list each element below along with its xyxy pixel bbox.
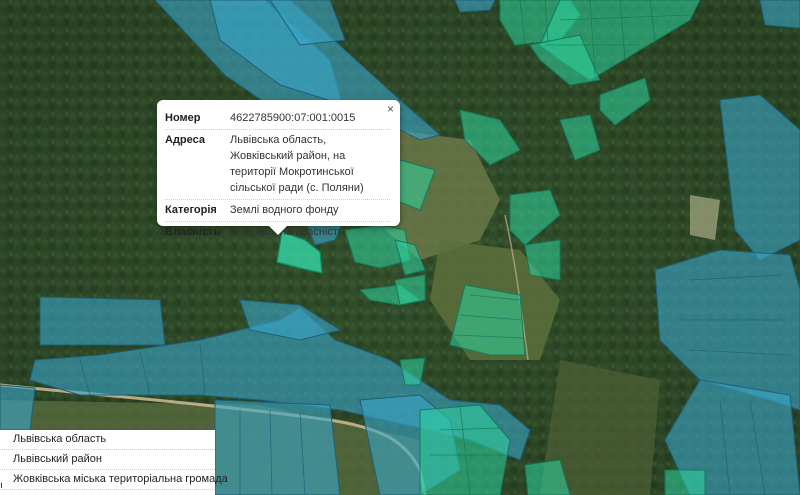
clearing	[690, 195, 720, 240]
address-label: Адреса	[165, 134, 205, 146]
parcel-info-popup: × Номер 4622785900:07:001:0015 Адреса Ль…	[157, 100, 400, 238]
popup-row-number: Номер 4622785900:07:001:0015	[165, 108, 390, 130]
number-value: 4622785900:07:001:0015	[230, 112, 356, 124]
satellite-map[interactable]	[0, 0, 800, 495]
address-value: Львівська область, Жовківський район, на…	[230, 134, 364, 194]
ownership-label: Власність	[165, 226, 221, 238]
popup-row-ownership: Власність Комунальна власність	[165, 222, 390, 243]
list-marker: ı	[0, 480, 3, 491]
admin-item-oblast[interactable]: Львівська область	[0, 430, 215, 450]
category-value: Землі водного фонду	[230, 204, 339, 216]
admin-units-panel: Львівська область Львівський район Жовкі…	[0, 430, 228, 495]
ownership-value: Комунальна власність	[230, 226, 344, 238]
category-label: Категорія	[165, 204, 217, 216]
close-icon[interactable]: ×	[387, 102, 394, 116]
popup-row-address: Адреса Львівська область, Жовківський ра…	[165, 130, 390, 200]
admin-item-raion[interactable]: Львівський район	[0, 450, 215, 470]
number-label: Номер	[165, 112, 201, 124]
admin-item-hromada[interactable]: Жовківська міська територіальна громада	[0, 470, 228, 490]
popup-row-category: Категорія Землі водного фонду	[165, 200, 390, 222]
